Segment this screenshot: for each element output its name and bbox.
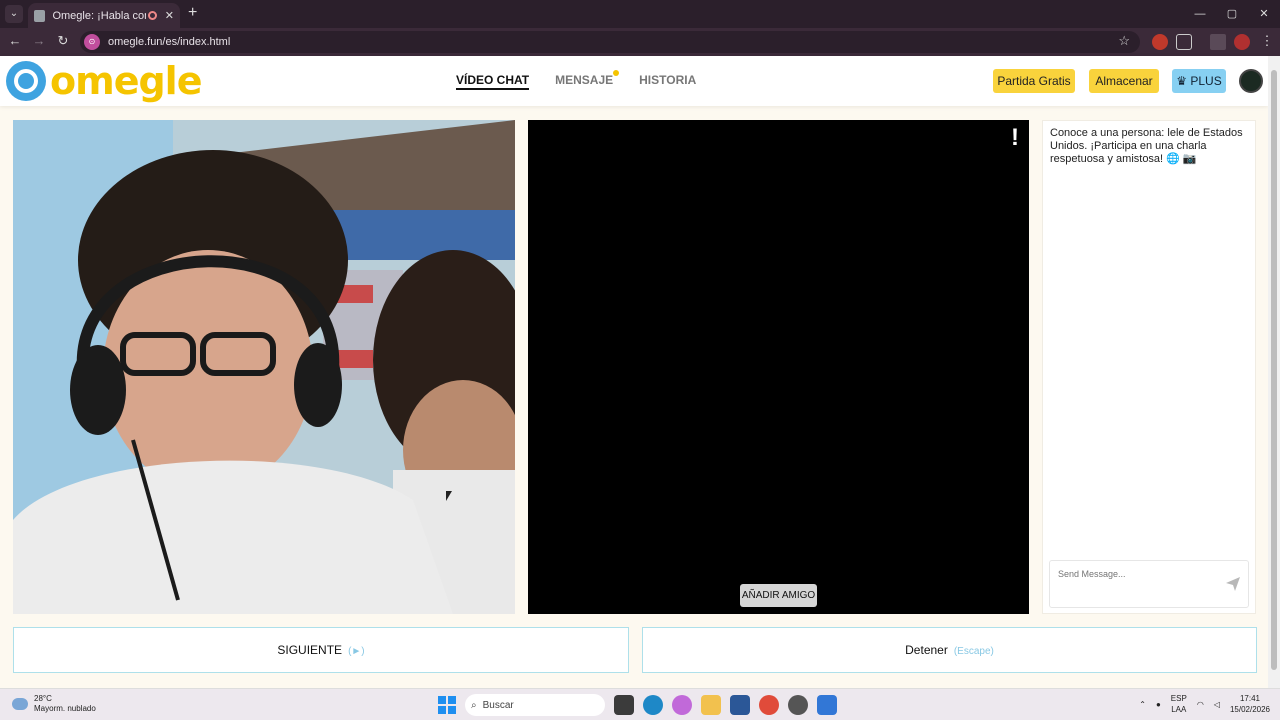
recorder-icon[interactable] [817,695,837,715]
message-box[interactable] [1049,560,1249,608]
search-icon: ⌕ [471,699,477,711]
mic-icon[interactable]: ● [1156,700,1161,709]
send-icon[interactable] [1226,577,1240,591]
scrollbar-thumb[interactable] [1271,70,1277,670]
back-icon[interactable]: ← [6,33,24,48]
weather-widget[interactable]: 28°C Mayorm. nublado [12,694,96,714]
add-friend-button[interactable]: AÑADIR AMIGO [740,584,817,607]
clock-time: 17:41 [1239,694,1260,703]
stop-button[interactable]: Detener (Escape) [642,627,1257,673]
lang-bottom: LAA [1171,705,1187,714]
nav-video-chat[interactable]: VÍDEO CHAT [456,73,530,90]
stop-label: Detener [905,643,948,657]
lang-top: ESP [1170,694,1187,703]
new-tab-button[interactable]: + [188,5,197,21]
recording-icon [148,11,157,20]
clock-date: 15/02/2026 [1229,705,1270,714]
reload-icon[interactable]: ↻ [54,33,72,49]
taskbar-search[interactable]: ⌕ Buscar [465,694,605,716]
restore-button[interactable]: ▢ [1216,0,1248,28]
main-nav: VÍDEO CHAT MENSAJE HISTORIA [456,70,696,90]
omegle-logo[interactable]: omegle [6,59,202,103]
chrome-icon[interactable] [759,695,779,715]
bookmark-star-icon[interactable]: ☆ [1118,33,1130,49]
web-page: omegle VÍDEO CHAT MENSAJE HISTORIA Parti… [0,56,1268,688]
next-label: SIGUIENTE [277,643,343,657]
site-info-icon[interactable]: ⊙ [84,34,100,50]
tab-title: Omegle: ¡Habla con Descon [52,9,146,22]
temperature: 28°C [34,694,52,703]
nav-historia[interactable]: HISTORIA [639,73,696,90]
plus-button[interactable]: ♛ PLUS [1172,69,1226,93]
os-taskbar: 28°C Mayorm. nublado ⌕ Buscar ⌃ ● ESP LA… [0,688,1280,720]
forward-icon[interactable]: → [30,33,48,48]
partida-gratis-button[interactable]: Partida Gratis [993,69,1075,93]
logo-text: omegle [50,59,202,103]
tab-search-button[interactable]: ⌄ [5,5,23,23]
system-message: Conoce a una persona: lele de Estados Un… [1050,127,1243,165]
extension-icon[interactable] [1152,34,1168,50]
window-controls: — ▢ ✕ [1184,0,1280,28]
stranger-video-feed: ! AÑADIR AMIGO [528,120,1029,614]
weather-condition: Mayorm. nublado [34,704,96,713]
cloud-icon [12,698,28,710]
windows-start-icon[interactable] [438,696,456,714]
extensions-puzzle-icon[interactable] [1176,34,1192,50]
browser-tab[interactable]: Omegle: ¡Habla con Descon ✕ [28,3,180,28]
system-tray: ⌃ ● ESP LAA ◠ ◁ 17:41 15/02/2026 [1139,693,1270,715]
task-view-icon[interactable] [614,695,634,715]
browser-toolbar: ← → ↻ ⊙ omegle.fun/es/index.html ☆ ⋮ [0,28,1280,56]
page-scrollbar[interactable] [1268,56,1280,688]
clock[interactable]: 17:41 15/02/2026 [1230,693,1270,715]
message-input[interactable] [1058,569,1228,579]
file-explorer-icon[interactable] [701,695,721,715]
wifi-icon[interactable]: ◠ [1197,700,1204,709]
browser-tab-bar: ⌄ Omegle: ¡Habla con Descon ✕ + — ▢ ✕ [0,0,1280,28]
stop-hint: (Escape) [953,646,994,657]
mouse-cursor-icon [446,491,452,501]
report-button[interactable]: ! [1011,124,1019,152]
nav-mensaje-label: MENSAJE [555,73,614,87]
webcam-image [13,120,515,614]
minimize-button[interactable]: — [1184,0,1216,28]
profile-avatar-icon[interactable] [1234,34,1250,50]
address-bar[interactable]: ⊙ omegle.fun/es/index.html ☆ [80,31,1140,53]
edge-icon[interactable] [643,695,663,715]
user-avatar[interactable] [1239,69,1263,93]
app-icon[interactable] [788,695,808,715]
url-text: omegle.fun/es/index.html [108,36,231,48]
tray-chevron-icon[interactable]: ⌃ [1139,700,1146,709]
store-icon[interactable] [730,695,750,715]
next-button[interactable]: SIGUIENTE (►) [13,627,629,673]
tab-favicon-icon [34,9,46,22]
copilot-icon[interactable] [672,695,692,715]
logo-icon [6,61,46,101]
almacenar-button[interactable]: Almacenar [1089,69,1159,93]
next-hint: (►) [348,646,365,657]
notification-dot [613,70,620,76]
language-indicator[interactable]: ESP LAA [1171,693,1187,715]
self-video-feed [13,120,515,614]
search-label: Buscar [482,699,514,711]
taskbar-apps: ⌕ Buscar [438,694,837,716]
menu-kebab-icon[interactable]: ⋮ [1258,33,1276,49]
site-header: omegle VÍDEO CHAT MENSAJE HISTORIA Parti… [0,56,1268,106]
media-control-icon[interactable] [1210,34,1226,50]
volume-icon[interactable]: ◁ [1214,700,1220,709]
close-window-button[interactable]: ✕ [1248,0,1280,28]
nav-mensaje[interactable]: MENSAJE [555,70,620,90]
tab-close-icon[interactable]: ✕ [165,9,174,22]
chat-panel: Conoce a una persona: lele de Estados Un… [1042,120,1256,614]
